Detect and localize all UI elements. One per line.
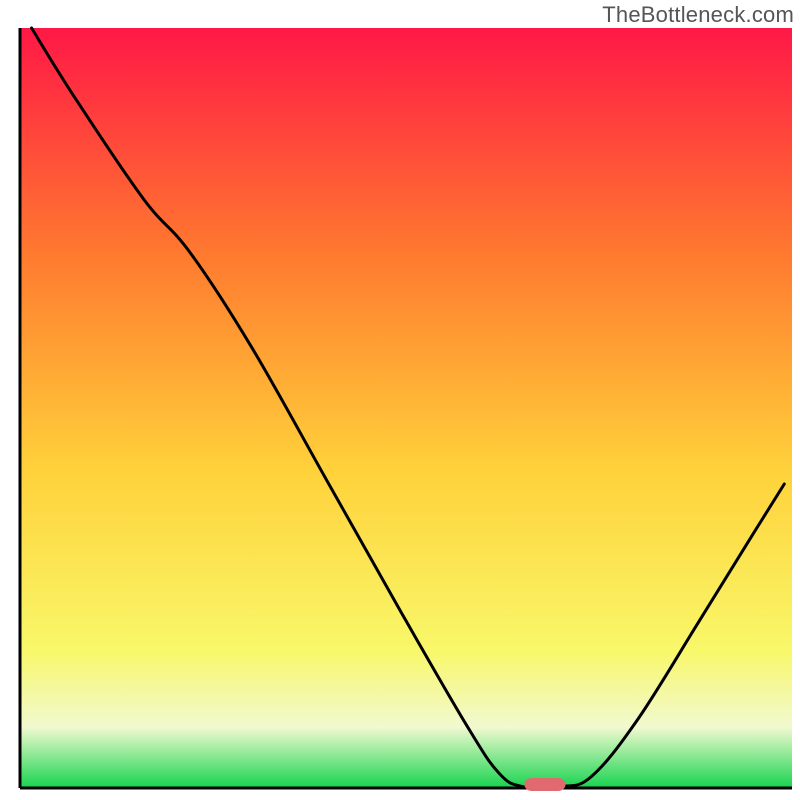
optimum-marker — [525, 778, 565, 790]
watermark-text: TheBottleneck.com — [602, 2, 794, 28]
plot-background — [20, 28, 792, 788]
bottleneck-chart — [0, 0, 800, 800]
chart-container: TheBottleneck.com — [0, 0, 800, 800]
